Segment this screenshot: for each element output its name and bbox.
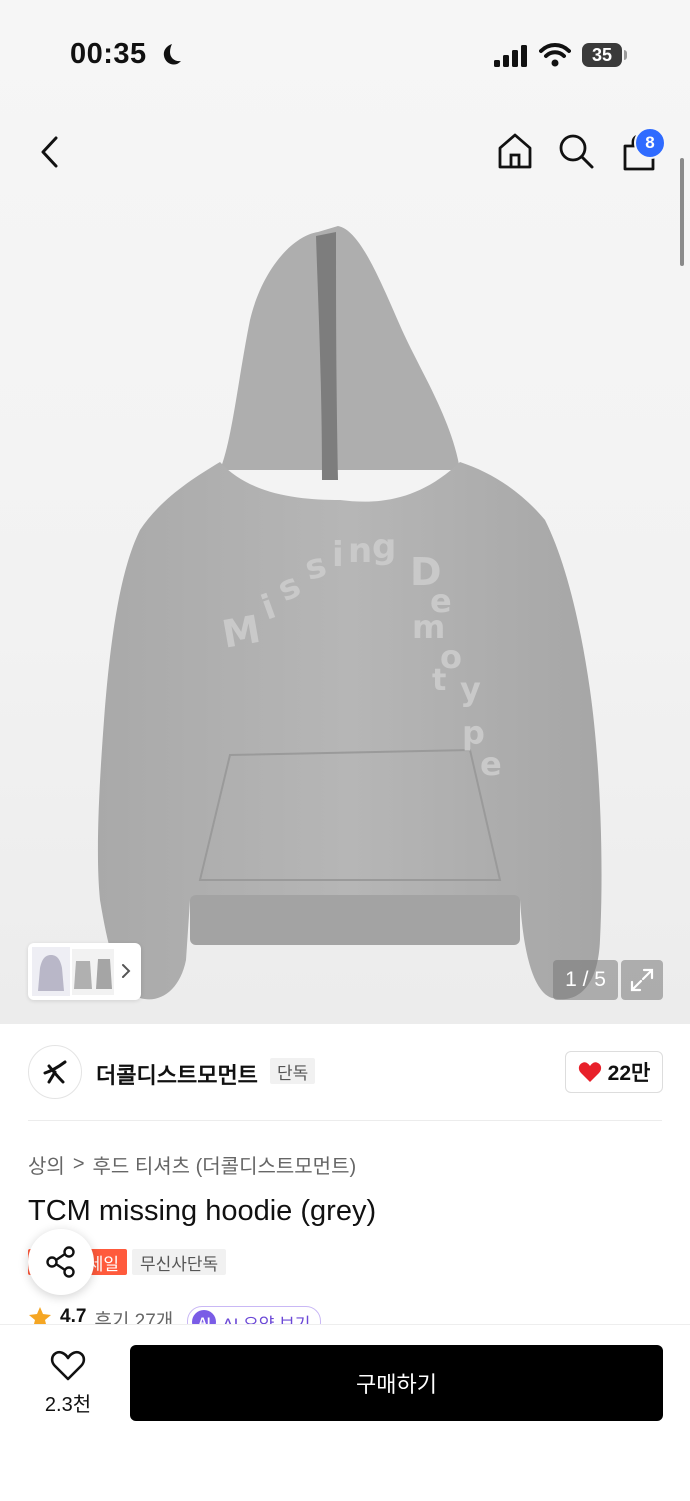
share-icon — [46, 1246, 75, 1278]
battery-indicator: 35 — [582, 43, 622, 67]
breadcrumb-separator: > — [72, 1153, 85, 1175]
brand-name[interactable]: 더콜디스트모먼트 — [96, 1058, 258, 1090]
breadcrumb: 상의 > 후드 티셔츠 (더콜디스트모먼트) — [28, 1150, 356, 1179]
svg-text:i: i — [332, 535, 344, 575]
brand-like-count: 22만 — [607, 1062, 651, 1085]
svg-text:y: y — [460, 670, 481, 708]
wifi-icon — [539, 43, 571, 67]
svg-text:M: M — [219, 607, 264, 657]
share-button[interactable] — [28, 1229, 94, 1295]
breadcrumb-category[interactable]: 상의 — [28, 1150, 65, 1179]
exclusive-tag: 단독 — [270, 1058, 316, 1084]
wishlist-button[interactable] — [48, 1348, 88, 1384]
svg-text:n: n — [348, 531, 372, 571]
expand-button[interactable] — [621, 960, 663, 1000]
heart-filled-icon — [578, 1062, 601, 1082]
search-icon — [559, 134, 594, 169]
image-counter: 1 / 5 — [553, 960, 618, 1000]
brand-like-button[interactable]: 22만 — [565, 1051, 663, 1093]
heart-outline-icon — [50, 1350, 86, 1381]
svg-text:e: e — [480, 745, 502, 783]
brand-logo[interactable] — [28, 1045, 82, 1099]
battery-nub — [624, 50, 627, 60]
signal-icon — [494, 45, 527, 67]
buy-button[interactable]: 구매하기 — [130, 1345, 663, 1421]
thumbnail-images — [32, 947, 131, 996]
scrollbar[interactable] — [680, 158, 684, 266]
breadcrumb-subcategory[interactable]: 후드 티셔츠 (더콜디스트모먼트) — [93, 1150, 357, 1179]
thumbnail-strip[interactable] — [28, 943, 141, 1000]
status-time: 00:35 — [70, 38, 147, 70]
expand-icon — [630, 968, 654, 992]
search-button[interactable] — [555, 130, 597, 172]
divider — [28, 1120, 662, 1121]
musinsa-exclusive-tag: 무신사단독 — [132, 1249, 227, 1275]
chevron-left-icon — [41, 136, 58, 168]
home-button[interactable] — [494, 130, 536, 172]
svg-text:g: g — [372, 527, 396, 567]
brand-logo-icon — [43, 1060, 67, 1084]
svg-text:t: t — [432, 663, 446, 698]
wishlist-count: 2.3천 — [44, 1394, 92, 1416]
back-button[interactable] — [30, 130, 70, 174]
home-icon — [498, 133, 532, 169]
cart-count-badge: 8 — [634, 127, 666, 159]
moon-icon — [163, 44, 181, 65]
product-title: TCM missing hoodie (grey) — [28, 1195, 377, 1227]
